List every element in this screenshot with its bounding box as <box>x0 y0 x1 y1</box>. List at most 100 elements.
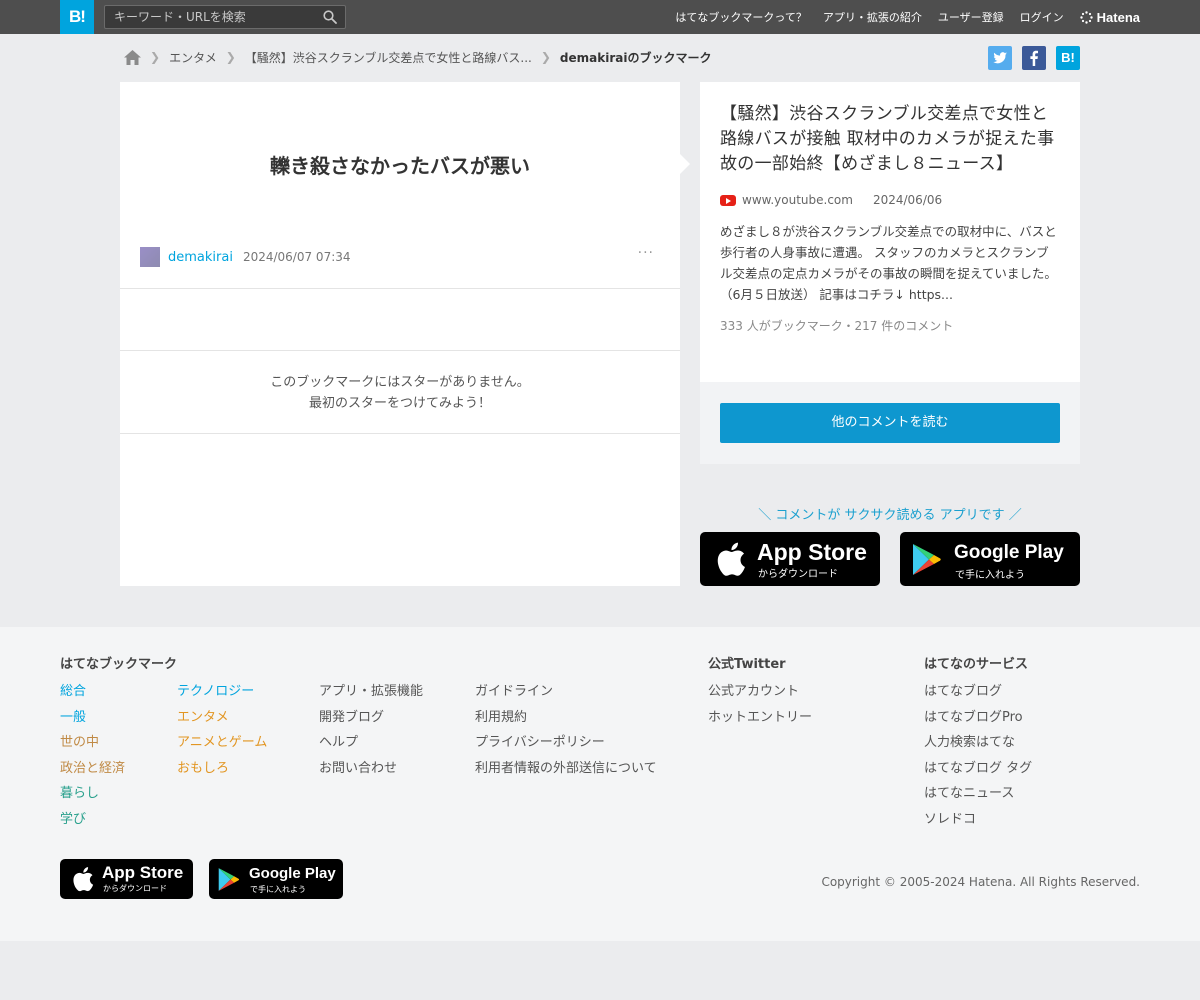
google-play-sublabel: で手に入れよう <box>955 570 1025 581</box>
youtube-icon <box>720 194 736 206</box>
divider <box>120 288 680 289</box>
app-promo-tagline: ＼ コメントが サクサク読める アプリです ／ <box>758 508 1022 523</box>
top-bar: B! はてなブックマークって？ アプリ・拡張の紹介 ユーザー登録 ログイン Ha… <box>0 0 1200 34</box>
google-play-icon <box>913 544 941 575</box>
footer-link[interactable]: はてなブログPro <box>924 705 1032 731</box>
footer-services-links: はてなブログ はてなブログPro 人力検索はてな はてなブログ タグ はてなニュ… <box>924 679 1032 832</box>
footer-link[interactable]: ホットエントリー <box>708 705 812 731</box>
entry-title[interactable]: 【騒然】渋谷スクランブル交差点で女性と路線バスが接触 取材中のカメラが捉えた事故… <box>720 102 1060 177</box>
footer-link[interactable]: 世の中 <box>60 730 125 756</box>
footer-links-b: ガイドライン 利用規約 プライバシーポリシー 利用者情報の外部送信について <box>475 679 657 781</box>
footer-link[interactable]: 利用規約 <box>475 705 657 731</box>
no-stars-message: このブックマークにはスターがありません。 最初のスターをつけてみよう！ <box>120 372 680 414</box>
google-play-icon <box>218 868 240 891</box>
read-other-comments-button[interactable]: 他のコメントを読む <box>720 403 1060 443</box>
home-icon[interactable] <box>124 49 141 65</box>
google-play-label: Google Play <box>954 542 1064 563</box>
footer-services-heading: はてなのサービス <box>924 657 1029 672</box>
footer-link[interactable]: 開発ブログ <box>319 705 423 731</box>
nav-apps[interactable]: アプリ・拡張の紹介 <box>823 9 922 25</box>
footer-twitter-links: 公式アカウント ホットエントリー <box>708 679 812 730</box>
entry-counts[interactable]: 333 人がブックマーク・217 件のコメント <box>720 317 1060 334</box>
bookmark-date[interactable]: 2024/06/07 07:34 <box>243 250 351 264</box>
facebook-icon <box>1030 50 1038 66</box>
chevron-right-icon: ❯ <box>150 50 161 64</box>
no-stars-line: このブックマークにはスターがありません。 <box>270 375 530 390</box>
footer-app-store-button[interactable]: App Store からダウンロード <box>60 859 193 899</box>
nav-login[interactable]: ログイン <box>1020 9 1064 25</box>
share-buttons: B! <box>978 46 1080 70</box>
entry-domain[interactable]: www.youtube.com <box>742 193 853 207</box>
hatena-brand[interactable]: Hatena <box>1079 9 1140 25</box>
hatena-brand-text: Hatena <box>1096 9 1140 25</box>
copyright: Copyright © 2005-2024 Hatena. All Rights… <box>821 875 1140 889</box>
google-play-sublabel: で手に入れよう <box>250 885 306 894</box>
footer-links-a: アプリ・拡張機能 開発ブログ ヘルプ お問い合わせ <box>319 679 423 781</box>
chevron-right-icon: ❯ <box>540 50 551 64</box>
bookmark-card: 轢き殺さなかったバスが悪い demakirai 2024/06/07 07:34… <box>120 82 690 586</box>
nav-register[interactable]: ユーザー登録 <box>938 9 1004 25</box>
read-more-area: 他のコメントを読む <box>700 382 1080 464</box>
search-box[interactable] <box>104 5 346 29</box>
breadcrumb-category[interactable]: エンタメ <box>169 49 217 66</box>
footer-link[interactable]: アニメとゲーム <box>177 730 267 756</box>
chevron-right-icon: ❯ <box>225 50 236 64</box>
bookmark-user-row: demakirai 2024/06/07 07:34 <box>140 247 351 267</box>
google-play-button[interactable]: Google Play で手に入れよう <box>900 532 1080 586</box>
footer-link[interactable]: プライバシーポリシー <box>475 730 657 756</box>
no-stars-line: 最初のスターをつけてみよう！ <box>308 396 491 411</box>
footer-link[interactable]: ガイドライン <box>475 679 657 705</box>
app-store-label: App Store <box>102 863 184 882</box>
search-icon[interactable] <box>323 10 337 24</box>
footer-link[interactable]: 利用者情報の外部送信について <box>475 756 657 782</box>
footer: はてなブックマーク 総合 一般 世の中 政治と経済 暮らし 学び テクノロジー … <box>0 627 1200 941</box>
breadcrumb: ❯ エンタメ ❯ 【騒然】渋谷スクランブル交差点で女性と路線バス... ❯ de… <box>124 47 711 67</box>
avatar[interactable] <box>140 247 160 267</box>
footer-link[interactable]: 学び <box>60 807 125 833</box>
breadcrumb-entry[interactable]: 【騒然】渋谷スクランブル交差点で女性と路線バス... <box>245 49 532 66</box>
nav-about[interactable]: はてなブックマークって？ <box>675 9 806 25</box>
footer-link[interactable]: はてなニュース <box>924 781 1032 807</box>
entry-card: 【騒然】渋谷スクランブル交差点で女性と路線バスが接触 取材中のカメラが捉えた事故… <box>700 82 1080 382</box>
footer-link[interactable]: 人力検索はてな <box>924 730 1032 756</box>
footer-link[interactable]: 一般 <box>60 705 125 731</box>
app-store-label: App Store <box>757 539 867 565</box>
hatena-dots-icon <box>1079 10 1093 24</box>
apple-icon <box>73 867 94 892</box>
footer-link[interactable]: はてなブログ <box>924 679 1032 705</box>
breadcrumb-current: demakiraiのブックマーク <box>559 50 712 65</box>
footer-link[interactable]: お問い合わせ <box>319 756 423 782</box>
footer-link[interactable]: ソレドコ <box>924 807 1032 833</box>
facebook-share-button[interactable] <box>1022 46 1046 70</box>
footer-link[interactable]: エンタメ <box>177 705 267 731</box>
footer-categories-a: 総合 一般 世の中 政治と経済 暮らし 学び <box>60 679 125 832</box>
username-link[interactable]: demakirai <box>168 250 233 265</box>
entry-summary: めざまし８が渋谷スクランブル交差点での取材中に、バスと歩行者の人身事故に遭遇。 … <box>720 224 1057 302</box>
app-store-sublabel: からダウンロード <box>758 569 838 580</box>
footer-link[interactable]: 暮らし <box>60 781 125 807</box>
footer-link[interactable]: ヘルプ <box>319 730 423 756</box>
search-input[interactable] <box>105 6 315 28</box>
footer-twitter-heading: 公式Twitter <box>708 657 786 672</box>
entry-source: www.youtube.com 2024/06/06 <box>720 193 1060 207</box>
twitter-share-button[interactable] <box>988 46 1012 70</box>
entry-date: 2024/06/06 <box>872 193 943 207</box>
divider <box>120 350 680 351</box>
footer-link[interactable]: おもしろ <box>177 756 267 782</box>
google-play-label: Google Play <box>249 865 336 882</box>
divider <box>120 433 680 434</box>
footer-bookmark-heading: はてなブックマーク <box>60 657 178 672</box>
app-store-button[interactable]: App Store からダウンロード <box>700 532 880 586</box>
hatena-bookmark-logo[interactable]: B! <box>60 0 94 34</box>
twitter-icon <box>993 52 1007 64</box>
footer-link[interactable]: 公式アカウント <box>708 679 812 705</box>
app-store-sublabel: からダウンロード <box>103 884 167 893</box>
footer-link[interactable]: テクノロジー <box>177 679 267 705</box>
more-menu-icon[interactable]: ··· <box>638 245 654 261</box>
footer-link[interactable]: はてなブログ タグ <box>924 756 1032 782</box>
footer-link[interactable]: 総合 <box>60 679 125 705</box>
footer-link[interactable]: 政治と経済 <box>60 756 125 782</box>
footer-google-play-button[interactable]: Google Play で手に入れよう <box>209 859 343 899</box>
footer-link[interactable]: アプリ・拡張機能 <box>319 679 423 705</box>
hatena-share-button[interactable]: B! <box>1056 46 1080 70</box>
